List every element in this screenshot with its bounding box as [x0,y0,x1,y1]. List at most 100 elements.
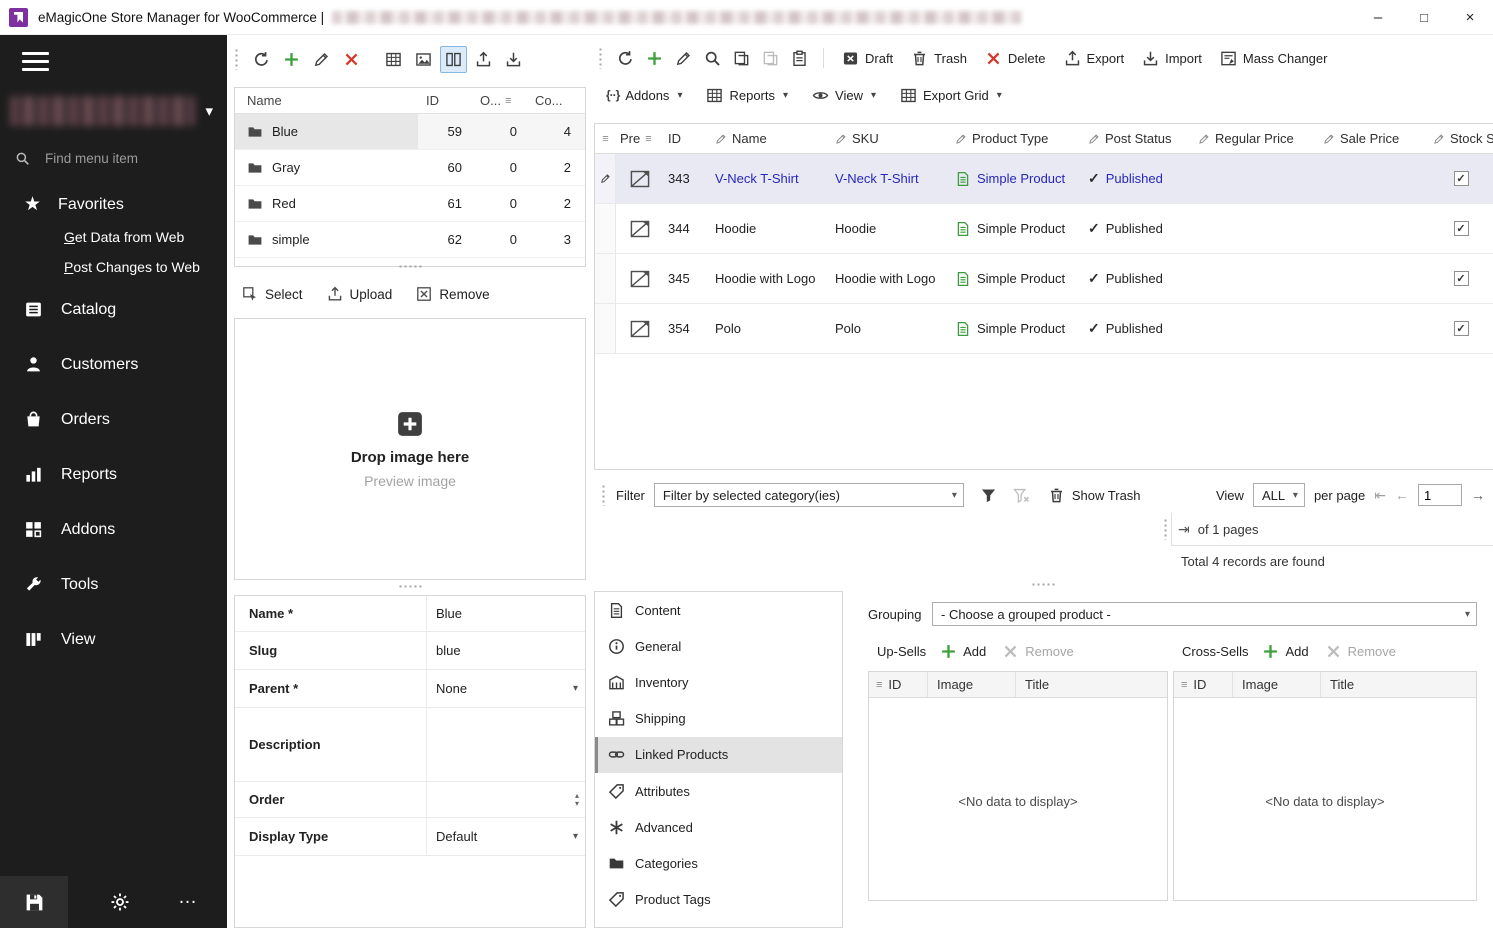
tab-categories[interactable]: Categories [595,845,842,881]
column-post-status[interactable]: Post Status [1105,131,1171,146]
sidebar-item-reports[interactable]: Reports [0,447,227,502]
toolbar-grip[interactable] [601,484,606,506]
column-id[interactable]: ID [426,93,439,108]
tab-general[interactable]: General [595,628,842,664]
sidebar-item-catalog[interactable]: Catalog [0,282,227,337]
delete-category-button[interactable] [338,46,365,73]
search-products-button[interactable] [699,45,726,72]
sidebar-item-get-data[interactable]: Get Data from Web [0,222,227,252]
sidebar-item-orders[interactable]: Orders [0,392,227,447]
show-trash-button[interactable]: Show Trash [1048,487,1141,504]
export-button[interactable]: Export [1056,44,1133,72]
column-preview[interactable]: Pre [620,131,640,146]
sidebar-item-addons[interactable]: Addons [0,502,227,557]
grouped-product-select[interactable]: - Choose a grouped product - ▾ [932,602,1477,626]
upload-image-button[interactable]: Upload [327,286,393,302]
slug-field[interactable]: blue [436,643,461,658]
select-image-button[interactable]: Select [242,286,303,302]
delete-product-button[interactable]: Delete [977,44,1054,72]
previous-page-button[interactable]: ← [1395,487,1409,503]
draft-button[interactable]: Draft [834,44,901,72]
image-drop-zone[interactable]: Drop image here Preview image [234,318,586,580]
upsells-remove-button[interactable]: Remove [1002,643,1073,660]
menu-search-input[interactable] [43,150,193,167]
column-title[interactable]: Title [1025,677,1049,692]
export-grid-menu-button[interactable]: Export Grid ▾ [892,81,1010,109]
upsells-add-button[interactable]: Add [940,643,986,660]
split-view-toggle[interactable] [440,46,467,73]
sidebar-item-customers[interactable]: Customers [0,337,227,392]
export-categories-button[interactable] [470,46,497,73]
splitter-grip[interactable] [1031,582,1057,587]
crosssells-add-button[interactable]: Add [1262,643,1308,660]
maximize-button[interactable]: □ [1401,0,1447,34]
refresh-categories-button[interactable] [248,46,275,73]
toolbar-grip[interactable] [1163,518,1168,540]
import-categories-button[interactable] [500,46,527,73]
category-filter-select[interactable]: Filter by selected category(ies) ▾ [654,483,964,507]
tab-attributes[interactable]: Attributes [595,773,842,809]
column-sku[interactable]: SKU [852,131,879,146]
product-sku-link[interactable]: V-Neck T-Shirt [831,171,951,186]
column-regular-price[interactable]: Regular Price [1215,131,1294,146]
paste-product-button[interactable] [757,45,784,72]
column-product-type[interactable]: Product Type [972,131,1048,146]
tab-advanced[interactable]: Advanced [595,809,842,845]
more-button[interactable]: … [178,898,199,906]
column-count[interactable]: Co... [535,93,562,108]
stock-status-checkbox[interactable]: ✓ [1454,171,1469,186]
per-page-select[interactable]: ALL ▾ [1253,483,1305,507]
grid-view-button[interactable] [380,46,407,73]
copy-product-button[interactable] [728,45,755,72]
column-image[interactable]: Image [937,677,973,692]
category-row[interactable]: Gray 60 0 2 [235,150,585,186]
splitter-grip[interactable] [398,264,424,269]
column-name[interactable]: Name [247,93,282,108]
image-view-button[interactable] [410,46,437,73]
column-sale-price[interactable]: Sale Price [1340,131,1399,146]
tab-inventory[interactable]: Inventory [595,664,842,700]
remove-image-button[interactable]: Remove [416,286,489,302]
edit-category-button[interactable] [308,46,335,73]
chevron-down-icon[interactable]: ▾ [573,831,578,842]
column-title[interactable]: Title [1330,677,1354,692]
tab-linked-products[interactable]: Linked Products [595,737,842,773]
chevron-down-icon[interactable]: ▾ [573,683,578,694]
page-number-input[interactable] [1418,484,1462,506]
add-product-button[interactable] [641,45,668,72]
product-name-link[interactable]: V-Neck T-Shirt [711,171,831,186]
tab-product-tags[interactable]: Product Tags [595,882,842,918]
edit-product-button[interactable] [670,45,697,72]
product-row[interactable]: 343 V-Neck T-Shirt V-Neck T-Shirt Simple… [595,154,1493,204]
save-button[interactable] [0,876,68,928]
category-row[interactable]: Blue 59 0 4 [235,114,585,150]
import-button[interactable]: Import [1134,44,1210,72]
close-button[interactable]: × [1447,0,1493,34]
toolbar-grip[interactable] [234,48,239,70]
refresh-products-button[interactable] [612,45,639,72]
column-id[interactable]: ID [668,131,681,146]
minimize-button[interactable]: – [1355,0,1401,34]
toolbar-grip[interactable] [598,47,603,69]
description-field[interactable] [427,708,585,781]
paste-special-button[interactable] [786,45,813,72]
product-name-link[interactable]: Hoodie with Logo [711,271,831,286]
next-page-button[interactable]: → [1471,487,1485,503]
column-order[interactable]: O... [480,93,501,108]
reports-menu-button[interactable]: Reports ▾ [698,81,796,109]
display-type-select[interactable]: Default [436,829,477,844]
stock-status-checkbox[interactable]: ✓ [1454,321,1469,336]
column-stock-status[interactable]: Stock Sta... [1450,131,1493,146]
addons-menu-button[interactable]: {··} Addons ▾ [598,81,690,109]
column-product-name[interactable]: Name [732,131,767,146]
sidebar-item-tools[interactable]: Tools [0,557,227,612]
product-row[interactable]: 345 Hoodie with Logo Hoodie with Logo Si… [595,254,1493,304]
settings-button[interactable] [110,892,130,912]
column-id[interactable]: ID [1193,677,1206,692]
apply-filter-button[interactable] [980,487,997,504]
stock-status-checkbox[interactable]: ✓ [1454,221,1469,236]
splitter-grip[interactable] [398,584,424,589]
account-switcher[interactable]: ▾ [0,76,227,134]
mass-changer-button[interactable]: Mass Changer [1212,44,1336,72]
category-row[interactable]: Red 61 0 2 [235,186,585,222]
